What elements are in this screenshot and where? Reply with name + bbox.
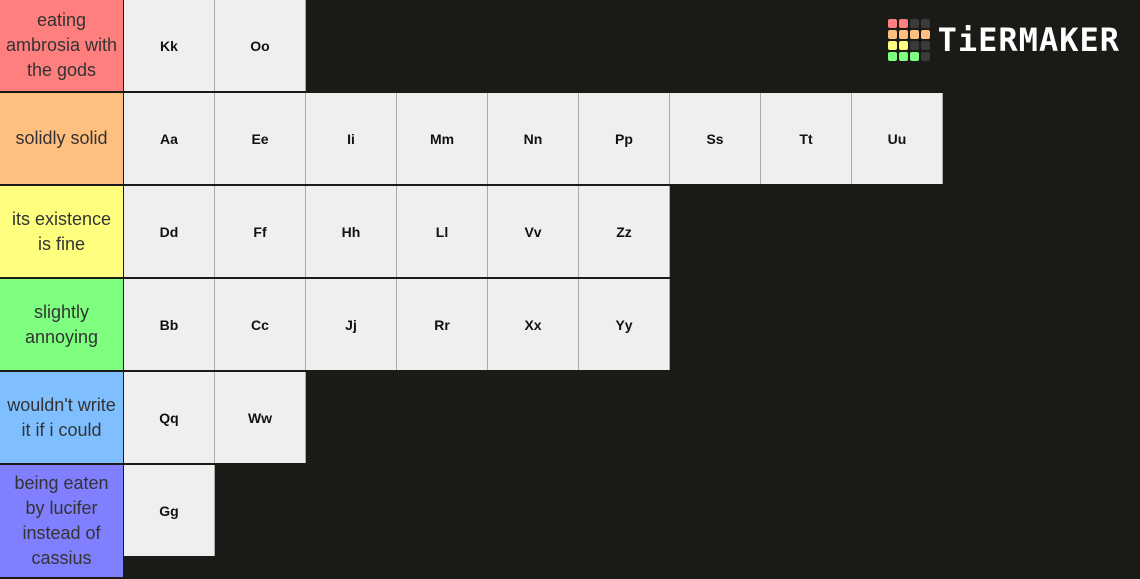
tier-item[interactable]: Uu [852,93,943,184]
tier-list-board: being eaten by lucifer instead of cassiu… [0,0,1140,579]
tier-item[interactable]: Xx [488,279,579,370]
logo-grid-cell [920,30,930,39]
tier-row: slightly annoying Bb Cc Jj Rr Xx Yy [0,279,1140,372]
tier-items: Gg [124,465,215,577]
tier-row: wouldn't write it if i could Qq Ww [0,372,1140,465]
tier-items: Kk Oo [124,0,306,91]
tier-row: its existence is fine Dd Ff Hh Ll Vv Zz [0,186,1140,279]
logo-grid-cell [909,19,919,28]
tier-item[interactable]: Ww [215,372,306,463]
tier-row: solidly solid Aa Ee Ii Mm Nn Pp Ss Tt Uu [0,93,1140,186]
tier-items: Aa Ee Ii Mm Nn Pp Ss Tt Uu [124,93,943,184]
tier-item[interactable]: Zz [579,186,670,277]
tier-item[interactable]: Ss [670,93,761,184]
tier-label[interactable]: eating ambrosia with the gods [0,0,124,91]
tier-item[interactable]: Hh [306,186,397,277]
logo-grid-cell [887,52,897,61]
tiermaker-grid-icon [887,19,930,61]
logo-grid-cell [909,30,919,39]
logo-grid-cell [898,52,908,61]
tier-item[interactable]: Mm [397,93,488,184]
tier-item[interactable]: Bb [124,279,215,370]
logo-grid-cell [898,30,908,39]
tiermaker-logo[interactable]: TiERMAKER [887,19,1120,61]
tier-items: Bb Cc Jj Rr Xx Yy [124,279,670,370]
tier-item[interactable]: Aa [124,93,215,184]
tier-row: being eaten by lucifer instead of cassiu… [0,465,1140,579]
tier-item[interactable]: Jj [306,279,397,370]
tier-item[interactable]: Qq [124,372,215,463]
tier-item[interactable]: Gg [124,465,215,556]
tier-items: Qq Ww [124,372,306,463]
logo-grid-cell [920,52,930,61]
logo-grid-cell [887,30,897,39]
tiermaker-logo-text: TiERMAKER [937,21,1120,59]
logo-grid-cell [909,52,919,61]
tier-item[interactable]: Kk [124,0,215,91]
logo-grid-cell [898,19,908,28]
tier-item[interactable]: Ii [306,93,397,184]
tier-item[interactable]: Tt [761,93,852,184]
tier-label[interactable]: being eaten by lucifer instead of cassiu… [0,465,124,577]
tier-item[interactable]: Ff [215,186,306,277]
tier-item[interactable]: Pp [579,93,670,184]
tier-item[interactable]: Oo [215,0,306,91]
logo-grid-cell [887,19,897,28]
tier-item[interactable]: Cc [215,279,306,370]
tier-item[interactable]: Nn [488,93,579,184]
tier-label[interactable]: its existence is fine [0,186,124,277]
logo-grid-cell [909,41,919,50]
tier-item[interactable]: Dd [124,186,215,277]
tier-label[interactable]: wouldn't write it if i could [0,372,124,463]
logo-grid-cell [898,41,908,50]
tier-items: Dd Ff Hh Ll Vv Zz [124,186,670,277]
logo-grid-cell [920,41,930,50]
tier-label[interactable]: slightly annoying [0,279,124,370]
tier-item[interactable]: Ee [215,93,306,184]
tier-item[interactable]: Rr [397,279,488,370]
tier-item[interactable]: Ll [397,186,488,277]
tier-item[interactable]: Yy [579,279,670,370]
logo-grid-cell [887,41,897,50]
tier-item[interactable]: Vv [488,186,579,277]
tier-label[interactable]: solidly solid [0,93,124,184]
logo-grid-cell [920,19,930,28]
